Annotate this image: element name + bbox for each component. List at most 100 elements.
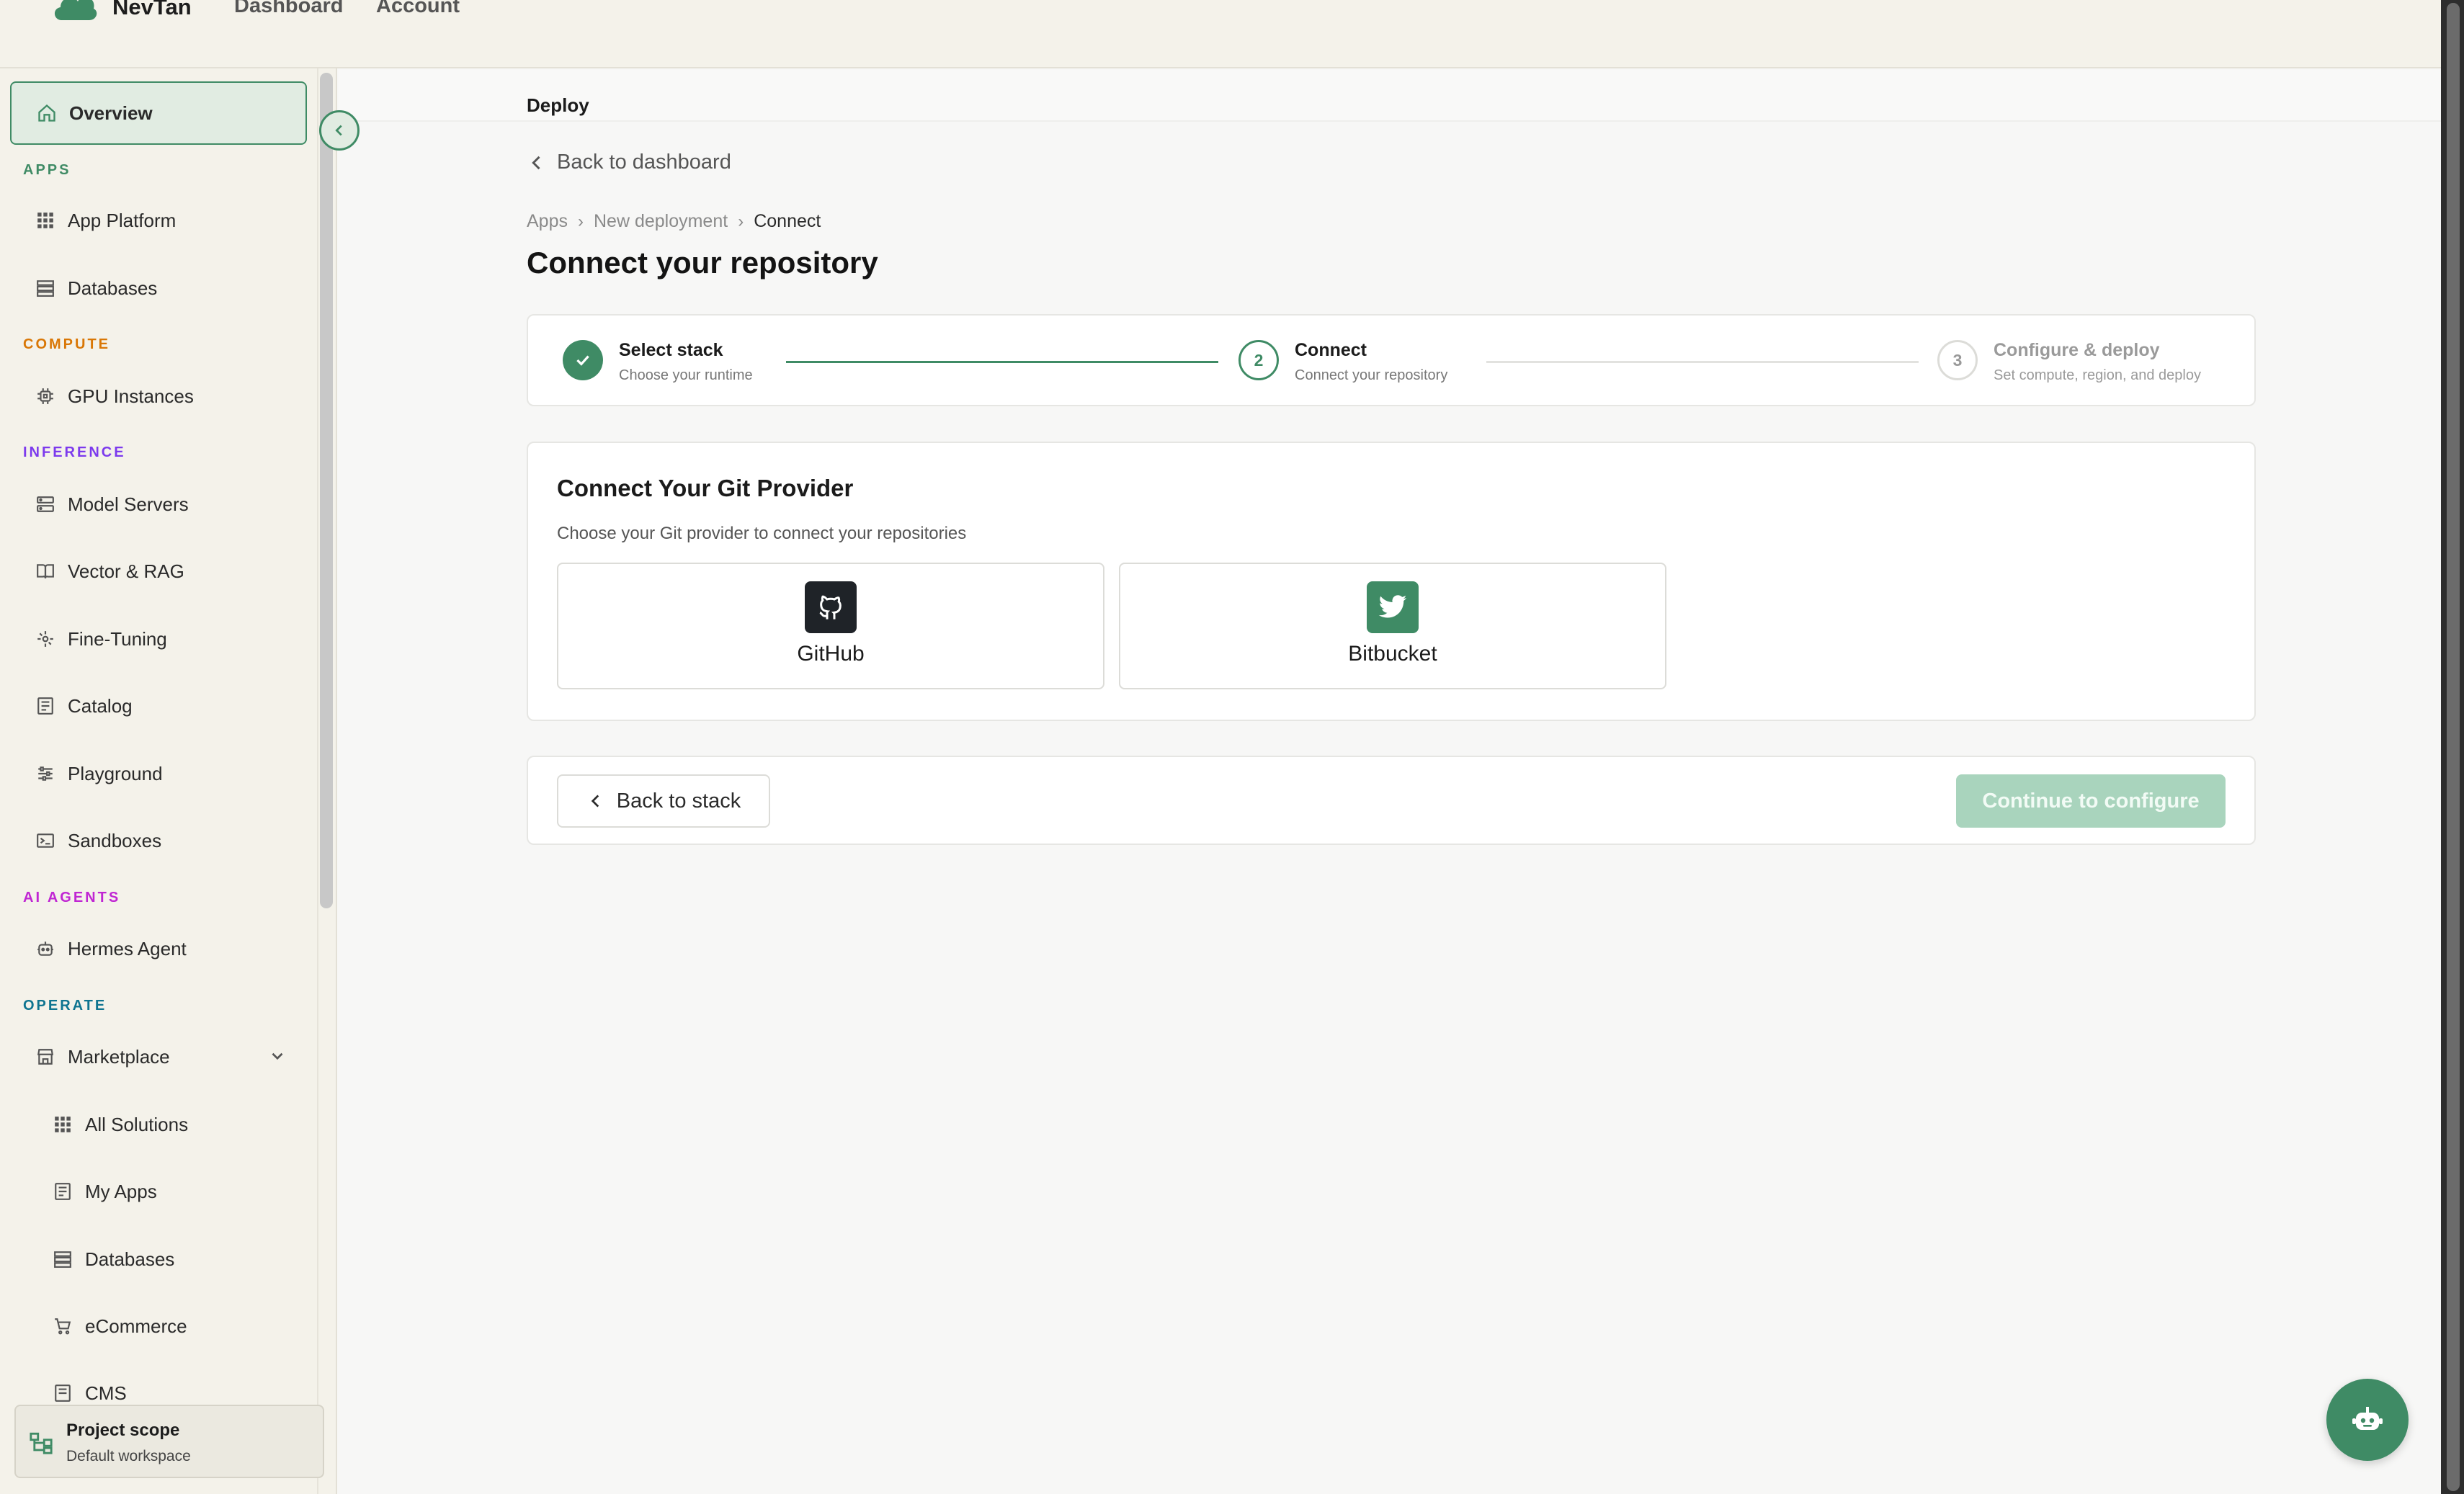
progress-stepper: Select stack Choose your runtime 2 Conne… <box>527 314 2256 406</box>
step-3-title: Configure & deploy <box>1994 340 2160 360</box>
sidebar-item-label: App Platform <box>68 209 177 231</box>
section-title: Deploy <box>527 94 589 116</box>
section-label-compute: COMPUTE <box>23 336 110 352</box>
sidebar-item-label: Vector & RAG <box>68 560 184 582</box>
sidebar-item-app-platform[interactable]: App Platform <box>10 189 307 252</box>
sidebar-item-fine-tuning[interactable]: Fine-Tuning <box>10 607 307 671</box>
sidebar-item-label: CMS <box>85 1382 127 1404</box>
bitbucket-provider-button[interactable]: Bitbucket <box>1119 563 1666 689</box>
step-connector-1 <box>786 361 1218 363</box>
sidebar-item-model-servers[interactable]: Model Servers <box>10 473 307 536</box>
robot-icon <box>2352 1407 2383 1430</box>
sidebar-item-my-apps[interactable]: My Apps <box>27 1160 307 1223</box>
section-label-operate: OPERATE <box>23 998 107 1014</box>
sidebar-item-label: My Apps <box>85 1180 157 1202</box>
git-provider-title: Connect Your Git Provider <box>557 475 854 501</box>
sidebar-item-label: Databases <box>85 1248 175 1270</box>
sidebar-item-label: Fine-Tuning <box>68 627 167 650</box>
project-scope-title: Project scope <box>66 1421 180 1440</box>
section-label-inference: INFERENCE <box>23 444 126 460</box>
home-icon <box>36 102 58 124</box>
sidebar-item-marketplace-databases[interactable]: Databases <box>27 1227 307 1291</box>
step-connector-2 <box>1486 361 1919 363</box>
grid-icon <box>35 210 56 231</box>
sidebar-item-hermes-agent[interactable]: Hermes Agent <box>10 917 307 980</box>
book-icon <box>35 560 56 582</box>
github-icon <box>805 581 857 633</box>
sidebar-item-label: GPU Instances <box>68 385 194 407</box>
step-1-title: Select stack <box>619 340 723 360</box>
sidebar-item-vector-rag[interactable]: Vector & RAG <box>10 540 307 603</box>
breadcrumb-separator: › <box>738 211 744 231</box>
cart-icon <box>52 1315 73 1337</box>
sidebar-item-label: Databases <box>68 277 158 299</box>
server-icon <box>35 493 56 515</box>
document-icon <box>52 1382 73 1404</box>
brand-name[interactable]: NevTan <box>112 0 192 20</box>
topnav-account[interactable]: Account <box>376 0 460 18</box>
breadcrumb-apps[interactable]: Apps <box>527 211 568 232</box>
page-title: Connect your repository <box>527 246 878 279</box>
sidebar-item-label: All Solutions <box>85 1113 189 1135</box>
chip-icon <box>35 385 56 407</box>
sidebar-item-label: Sandboxes <box>68 829 162 851</box>
git-provider-subtitle: Choose your Git provider to connect your… <box>557 524 967 543</box>
github-provider-button[interactable]: GitHub <box>557 563 1104 689</box>
step-3-circle: 3 <box>1937 340 1978 380</box>
main-content: Deploy Back to dashboard Apps › New depl… <box>339 70 2441 1494</box>
bird-icon <box>1367 581 1419 633</box>
sidebar-item-label: Catalog <box>68 694 133 717</box>
check-icon <box>576 355 589 366</box>
collapse-sidebar-button[interactable] <box>319 110 360 151</box>
chevron-left-icon <box>532 156 540 169</box>
sidebar-item-catalog[interactable]: Catalog <box>10 674 307 738</box>
sitemap-icon <box>30 1432 53 1454</box>
sidebar-item-label: Marketplace <box>68 1045 170 1068</box>
assistant-chat-button[interactable] <box>2326 1379 2409 1461</box>
catalog-icon <box>35 695 56 717</box>
step-2-title: Connect <box>1295 340 1367 360</box>
continue-to-configure-button[interactable]: Continue to configure <box>1956 774 2226 828</box>
chevron-down-icon[interactable] <box>268 1047 287 1065</box>
breadcrumb-separator: › <box>577 211 584 231</box>
sidebar-item-sandboxes[interactable]: Sandboxes <box>10 809 307 872</box>
tuning-icon <box>35 628 56 650</box>
bitbucket-label: Bitbucket <box>1348 642 1437 666</box>
breadcrumb-new-deployment[interactable]: New deployment <box>594 211 728 232</box>
step-1-subtitle: Choose your runtime <box>619 367 753 383</box>
git-provider-card: Connect Your Git Provider Choose your Gi… <box>527 442 2256 721</box>
step-2-circle: 2 <box>1238 340 1279 380</box>
cloud-logo-icon[interactable] <box>52 0 98 22</box>
breadcrumb: Apps › New deployment › Connect <box>527 211 821 232</box>
sidebar-item-gpu-instances[interactable]: GPU Instances <box>10 364 307 428</box>
robot-icon <box>35 938 56 960</box>
section-label-apps: APPS <box>23 162 71 178</box>
top-bar: NevTan Dashboard Account <box>0 0 2441 68</box>
sidebar-scrollbar-thumb[interactable] <box>320 73 333 908</box>
back-to-stack-button[interactable]: Back to stack <box>557 774 770 828</box>
back-to-dashboard-label: Back to dashboard <box>557 151 731 174</box>
sidebar-item-databases[interactable]: Databases <box>10 256 307 320</box>
sidebar-item-marketplace[interactable]: Marketplace <box>10 1025 307 1088</box>
action-bar: Back to stack Continue to configure <box>527 756 2256 845</box>
chevron-left-icon <box>335 125 342 136</box>
sidebar-item-all-solutions[interactable]: All Solutions <box>27 1093 307 1156</box>
topnav-dashboard[interactable]: Dashboard <box>234 0 343 18</box>
app-root: NevTan Dashboard Account Overview APPS A… <box>0 0 2441 1494</box>
sidebar-item-label: Hermes Agent <box>68 937 187 960</box>
page-scrollbar-thumb[interactable] <box>2447 3 2460 1491</box>
sidebar-item-ecommerce[interactable]: eCommerce <box>27 1294 307 1358</box>
sidebar-item-label: Overview <box>69 102 153 124</box>
section-label-ai-agents: AI AGENTS <box>23 890 121 905</box>
database-icon <box>52 1248 73 1270</box>
step-1-complete-icon <box>563 340 603 380</box>
sidebar-item-label: eCommerce <box>85 1315 187 1337</box>
project-scope-selector[interactable]: Project scope Default workspace <box>14 1405 324 1478</box>
store-icon <box>35 1046 56 1068</box>
back-to-dashboard-link[interactable]: Back to dashboard <box>527 151 731 174</box>
chevron-left-icon <box>591 795 599 808</box>
sidebar-item-overview[interactable]: Overview <box>10 81 307 145</box>
list-icon <box>52 1181 73 1202</box>
sidebar-item-playground[interactable]: Playground <box>10 742 307 805</box>
grid-icon <box>52 1114 73 1135</box>
